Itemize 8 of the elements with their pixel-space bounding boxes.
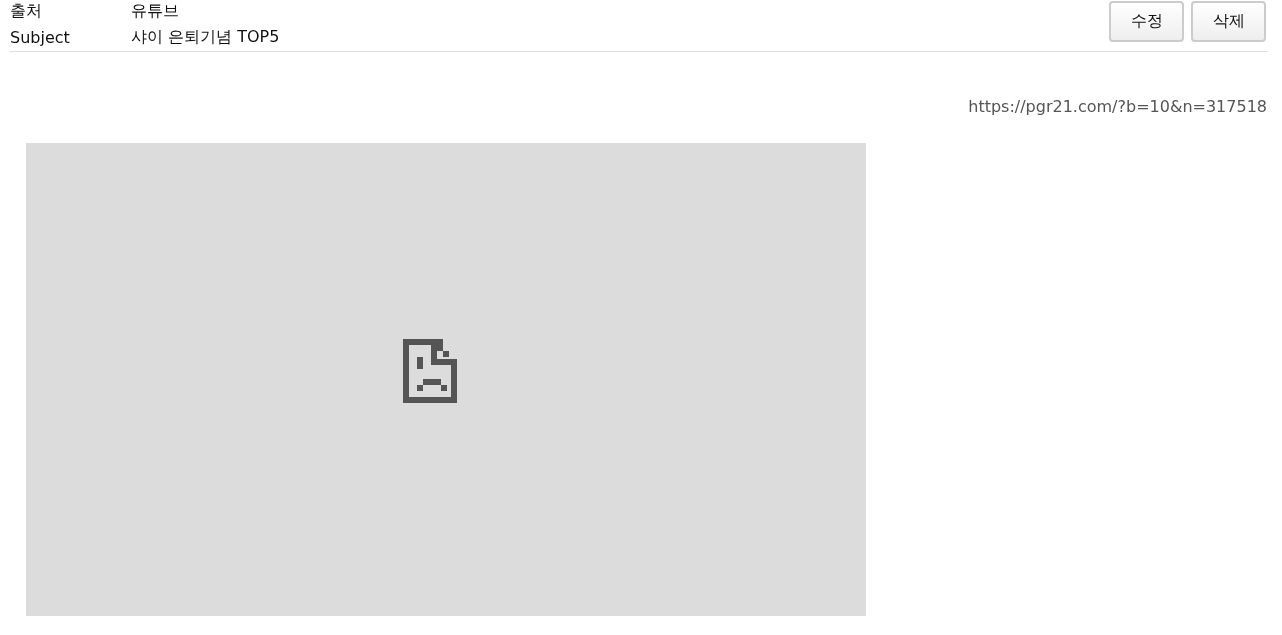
source-link[interactable]: https://pgr21.com/?b=10&n=317518 [10, 97, 1268, 116]
edit-button[interactable]: 수정 [1109, 1, 1184, 42]
field-label: Subject [10, 27, 71, 47]
field-value: 샤이 은퇴기념 TOP5 [131, 26, 280, 48]
delete-button[interactable]: 삭제 [1191, 1, 1266, 42]
field-label: 출처 [10, 0, 43, 22]
field-value: 유튜브 [131, 0, 179, 22]
broken-file-icon [403, 338, 457, 403]
